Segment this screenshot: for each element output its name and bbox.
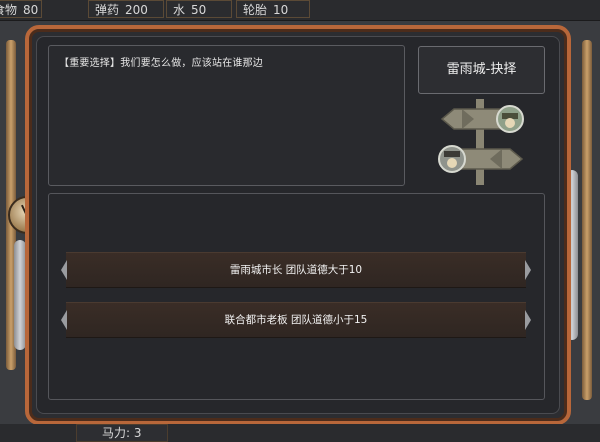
portrait-icon: [496, 105, 524, 133]
resource-water-value: 50: [191, 3, 207, 17]
resource-bar: 食物 80 弹药 200 水 50 轮胎 10: [0, 0, 600, 21]
horsepower-readout: 马力: 3: [102, 424, 142, 442]
resource-tires: 轮胎 10: [236, 0, 310, 18]
chevron-right-icon: [524, 306, 532, 334]
option-boss-label: 联合都市老板 团队道德小于15: [224, 314, 368, 326]
option-mayor-button[interactable]: 雷雨城市长 团队道德大于10: [61, 252, 531, 288]
resource-water: 水 50: [166, 0, 232, 18]
resource-tires-value: 10: [273, 3, 289, 17]
resource-food: 食物 80: [0, 0, 42, 18]
horsepower-label: 马力: [102, 426, 127, 440]
resource-tires-label: 轮胎: [243, 3, 268, 17]
question-box: 【重要选择】我们要怎么做，应该站在谁那边: [48, 45, 405, 186]
chevron-left-icon: [60, 256, 68, 284]
resource-ammo-label: 弹药: [95, 3, 120, 17]
dialog-title: 雷雨城-抉择: [418, 46, 545, 94]
option-mayor-label: 雷雨城市长 团队道德大于10: [229, 264, 363, 276]
chevron-left-icon: [60, 306, 68, 334]
options-box: [48, 193, 545, 400]
resource-food-value: 80: [23, 3, 39, 17]
portrait-icon: [438, 145, 466, 173]
resource-ammo-value: 200: [125, 3, 148, 17]
resource-food-label: 食物: [0, 3, 18, 17]
right-pipe: [582, 40, 592, 400]
chevron-right-icon: [524, 256, 532, 284]
question-text: 【重要选择】我们要怎么做，应该站在谁那边: [59, 58, 263, 69]
signpost-icon: [432, 97, 532, 187]
horsepower-value: 3: [133, 426, 142, 440]
resource-water-label: 水: [173, 3, 186, 17]
horsepower-separator: :: [126, 426, 134, 440]
option-boss-button[interactable]: 联合都市老板 团队道德小于15: [61, 302, 531, 338]
resource-ammo: 弹药 200: [88, 0, 164, 18]
